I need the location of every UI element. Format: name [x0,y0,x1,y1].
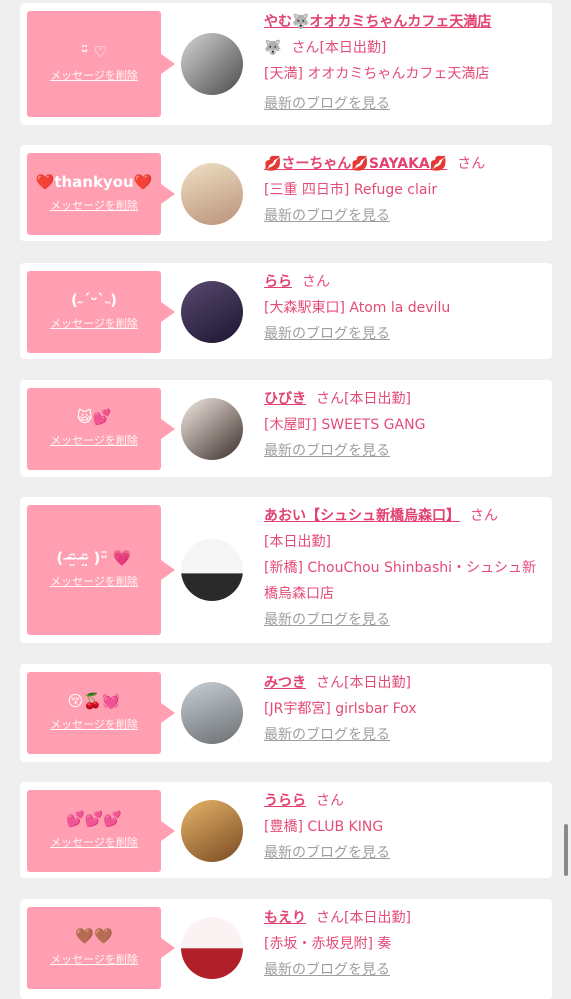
delete-message-link[interactable]: メッセージを削除 [27,433,161,449]
message-text: 🙀💕 [76,408,112,426]
avatar[interactable] [181,917,243,979]
status-badge: [本日出勤] [344,910,411,926]
honorific: さん [316,910,344,926]
status-badge: [本日出勤] [264,534,331,550]
name-suffix-emoji: 🐺 [264,40,282,56]
message-bubble: 🤎🤎 メッセージを削除 [27,907,175,989]
message-text: (˶ˊᵕˋ˵) [70,291,118,309]
cast-info: ひびき さん[本日出勤] [木屋町] SWEETS GANG 最新のブログを見る [264,386,549,464]
cast-name-link[interactable]: やむ🐺オオカミちゃんカフェ天満店 [264,14,491,30]
cast-info: あおい【シュシュ新橋烏森口】 さん [本日出勤] [新橋] ChouChou Sh… [264,503,549,633]
blog-link[interactable]: 最新のブログを見る [264,962,390,978]
honorific: さん [316,793,344,809]
blog-link[interactable]: 最新のブログを見る [264,845,390,861]
honorific: さん [302,274,330,290]
list-item: 💕💕💕 メッセージを削除 うらら さん [豊橋] CLUB KING 最新のブログ… [20,782,552,878]
avatar[interactable] [181,33,243,95]
scrollbar[interactable] [564,824,568,876]
shop-name: [赤坂・赤坂見附] 奏 [264,936,392,952]
blog-link[interactable]: 最新のブログを見る [264,443,390,459]
list-item: ( ᵔ̴̶̤ ᵔ̴̶̤ )ᵕ̈ 💗 メッセージを削除 あおい【シュシュ新橋烏森口… [20,497,552,643]
list-item: (˶ˊᵕˋ˵) メッセージを削除 らら さん [大森駅東口] Atom la de… [20,263,552,359]
delete-message-link[interactable]: メッセージを削除 [27,835,161,851]
message-bubble: ( ᵔ̴̶̤ ᵔ̴̶̤ )ᵕ̈ 💗 メッセージを削除 [27,505,175,635]
message-bubble: 😚🍒💓 メッセージを削除 [27,672,175,754]
cast-info: 💋さーちゃん💋SAYAKA💋 さん [三重 四日市] Refuge clair 最… [264,151,549,229]
cast-info: らら さん [大森駅東口] Atom la devilu 最新のブログを見る [264,269,549,347]
avatar[interactable] [181,163,243,225]
message-text: ❤️thankyou❤️ [35,173,153,191]
honorific: さん [470,508,498,524]
message-bubble: ❤️thankyou❤️ メッセージを削除 [27,153,175,235]
blog-link[interactable]: 最新のブログを見る [264,208,390,224]
delete-message-link[interactable]: メッセージを削除 [27,316,161,332]
list-item: 🤎🤎 メッセージを削除 もえり さん[本日出勤] [赤坂・赤坂見附] 奏 最新のブ… [20,899,552,999]
blog-link[interactable]: 最新のブログを見る [264,326,390,342]
blog-link[interactable]: 最新のブログを見る [264,727,390,743]
cast-name-link[interactable]: うらら [264,793,306,809]
status-badge: [本日出勤] [344,675,411,691]
list-item: 😚🍒💓 メッセージを削除 みつき さん[本日出勤] [JR宇都宮] girlsba… [20,664,552,762]
cast-info: もえり さん[本日出勤] [赤坂・赤坂見附] 奏 最新のブログを見る [264,905,549,983]
shop-name: [木屋町] SWEETS GANG [264,417,426,433]
cast-name-link[interactable]: あおい【シュシュ新橋烏森口】 [264,508,460,524]
message-text: 💕💕💕 [65,810,123,828]
delete-message-link[interactable]: メッセージを削除 [27,574,161,590]
cast-name-link[interactable]: みつき [264,675,306,691]
shop-name: [天満] オオカミちゃんカフェ天満店 [264,66,490,82]
message-bubble: ᵕ̈ ♡ メッセージを削除 [27,11,175,117]
message-text: 😚🍒💓 [67,692,121,710]
cast-name-link[interactable]: もえり [264,910,306,926]
message-bubble: 🙀💕 メッセージを削除 [27,388,175,470]
list-item: ❤️thankyou❤️ メッセージを削除 💋さーちゃん💋SAYAKA💋 さん [… [20,145,552,241]
delete-message-link[interactable]: メッセージを削除 [27,198,161,214]
avatar[interactable] [181,800,243,862]
message-text: ᵕ̈ ♡ [81,43,107,61]
shop-name: [JR宇都宮] girlsbar Fox [264,701,417,717]
list-item: ᵕ̈ ♡ メッセージを削除 やむ🐺オオカミちゃんカフェ天満店 🐺 さん[本日出勤]… [20,3,552,125]
avatar[interactable] [181,682,243,744]
message-bubble: 💕💕💕 メッセージを削除 [27,790,175,872]
cast-info: みつき さん[本日出勤] [JR宇都宮] girlsbar Fox 最新のブログを… [264,670,549,748]
cast-info: うらら さん [豊橋] CLUB KING 最新のブログを見る [264,788,549,866]
delete-message-link[interactable]: メッセージを削除 [27,952,161,968]
avatar[interactable] [181,539,243,601]
cast-name-link[interactable]: 💋さーちゃん💋SAYAKA💋 [264,156,447,172]
avatar[interactable] [181,398,243,460]
status-badge: [本日出勤] [319,40,387,56]
shop-name: [三重 四日市] Refuge clair [264,182,438,198]
blog-link[interactable]: 最新のブログを見る [264,96,390,112]
honorific: さん [316,391,344,407]
shop-name: [新橋] ChouChou Shinbashi・シュシュ新橋烏森口店 [264,560,537,602]
honorific: さん [291,40,320,56]
message-bubble: (˶ˊᵕˋ˵) メッセージを削除 [27,271,175,353]
status-badge: [本日出勤] [344,391,411,407]
delete-message-link[interactable]: メッセージを削除 [27,717,161,733]
avatar[interactable] [181,281,243,343]
cast-info: やむ🐺オオカミちゃんカフェ天満店 🐺 さん[本日出勤] [天満] オオカミちゃんカ… [264,9,549,117]
message-text: 🤎🤎 [75,927,113,945]
honorific: さん [316,675,344,691]
list-item: 🙀💕 メッセージを削除 ひびき さん[本日出勤] [木屋町] SWEETS GAN… [20,380,552,477]
cast-name-link[interactable]: ひびき [264,391,306,407]
shop-name: [大森駅東口] Atom la devilu [264,300,451,316]
shop-name: [豊橋] CLUB KING [264,819,384,835]
cast-name-link[interactable]: らら [264,274,292,290]
honorific: さん [457,156,486,172]
delete-message-link[interactable]: メッセージを削除 [27,68,161,84]
blog-link[interactable]: 最新のブログを見る [264,612,390,628]
message-text: ( ᵔ̴̶̤ ᵔ̴̶̤ )ᵕ̈ 💗 [56,549,132,567]
